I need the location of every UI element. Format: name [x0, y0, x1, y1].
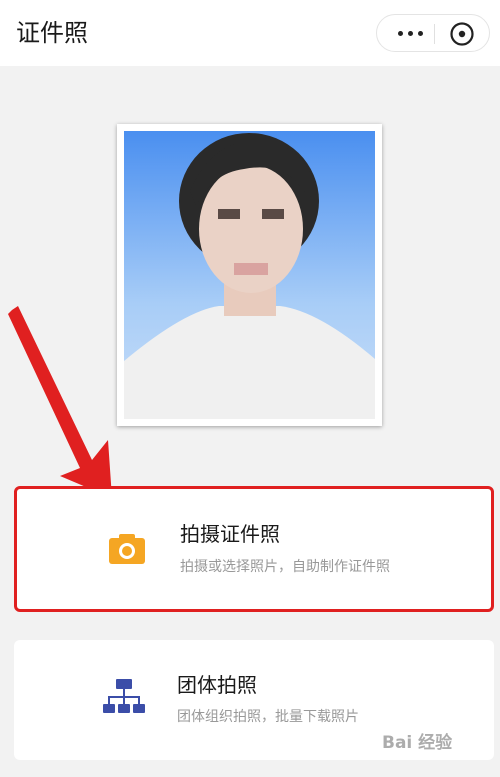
sample-id-photo — [117, 124, 382, 426]
app-header: 证件照 — [0, 0, 500, 66]
capsule-divider — [434, 24, 435, 44]
mini-program-capsule — [376, 14, 490, 52]
more-dots-icon[interactable] — [391, 22, 429, 44]
option-title: 团体拍照 — [177, 673, 257, 697]
page-title: 证件照 — [16, 19, 88, 47]
baidu-jingyan-watermark: Bai 经验 — [382, 733, 453, 753]
take-id-photo-option[interactable]: 拍摄证件照 拍摄或选择照片，自助制作证件照 — [14, 486, 494, 612]
option-description: 拍摄或选择照片，自助制作证件照 — [180, 559, 390, 575]
mini-program-close-icon[interactable] — [449, 21, 475, 47]
red-arrow-annotation — [8, 306, 112, 498]
org-chart-icon — [103, 679, 145, 713]
portrait-figure — [124, 133, 375, 419]
camera-icon — [109, 534, 145, 564]
photo-background — [124, 131, 375, 419]
option-title: 拍摄证件照 — [180, 522, 280, 546]
option-description: 团体组织拍照，批量下载照片 — [177, 709, 359, 725]
